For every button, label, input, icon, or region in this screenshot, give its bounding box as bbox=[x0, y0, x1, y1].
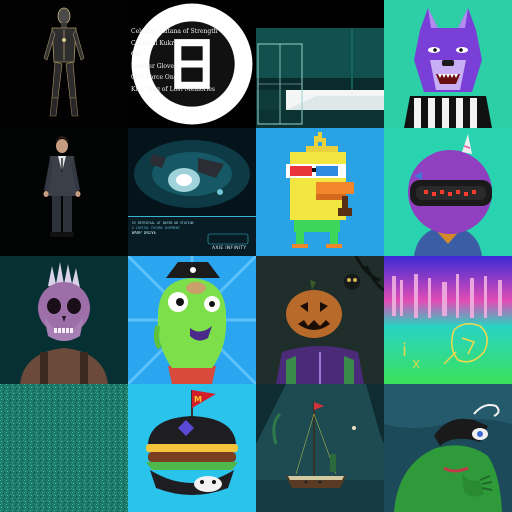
pixel-duck-image bbox=[256, 128, 384, 256]
teal-noise-image bbox=[0, 384, 128, 512]
tile-green-frog[interactable] bbox=[384, 384, 512, 512]
tile-purple-wolf-referee[interactable] bbox=[384, 0, 512, 128]
tile-pixel-duck[interactable] bbox=[256, 128, 384, 256]
loot-item: Celestial Kukri bbox=[131, 39, 177, 47]
purple-wolf-image bbox=[384, 0, 512, 128]
tile-chrome-humanoid[interactable] bbox=[0, 0, 128, 128]
card-line-2: X CAPITAL FUTURE SHIPMENT bbox=[132, 226, 180, 230]
loot-item: 0N1 Force Ones bbox=[131, 74, 181, 81]
tile-black-burger[interactable]: M bbox=[128, 384, 256, 512]
purple-unicorn-image bbox=[384, 128, 512, 256]
mohawk-skull-image bbox=[0, 256, 128, 384]
svg-text:M: M bbox=[194, 395, 202, 404]
nft-gallery-grid: Celestial Katana of Strength Celestial K… bbox=[0, 0, 512, 512]
card-brand: AXIE INFINITY bbox=[212, 246, 247, 251]
loot-item: Kiro Ring of Lost Memories bbox=[131, 85, 215, 93]
tile-suited-man[interactable] bbox=[0, 128, 128, 256]
tile-purple-unicorn-robot[interactable] bbox=[384, 128, 512, 256]
card-line-1: ES RETRIEVAL AT BAFEN OB STATION bbox=[132, 221, 194, 225]
tile-green-slime-pirate[interactable] bbox=[128, 256, 256, 384]
teal-room-image bbox=[256, 0, 384, 128]
card-line-3: WARP DRIVE bbox=[132, 231, 157, 235]
tile-neon-glitch[interactable]: i x bbox=[384, 256, 512, 384]
suited-man-image bbox=[0, 128, 128, 256]
pumpkin-head-image bbox=[256, 256, 384, 384]
tile-loot-list[interactable]: Celestial Katana of Strength Celestial K… bbox=[128, 0, 256, 128]
loot-item: Celestial Katana of Strength bbox=[131, 28, 218, 35]
svg-text:x: x bbox=[412, 356, 420, 372]
loot-item-list: Celestial Katana of Strength Celestial K… bbox=[131, 26, 217, 95]
black-burger-image: M bbox=[128, 384, 256, 512]
neon-glitch-image: i x bbox=[384, 256, 512, 384]
chrome-humanoid-image bbox=[0, 0, 128, 128]
tile-mohawk-skull[interactable] bbox=[0, 256, 128, 384]
tile-teal-room[interactable] bbox=[256, 0, 384, 128]
tile-teal-noise[interactable] bbox=[0, 384, 128, 512]
svg-text:i: i bbox=[402, 340, 407, 361]
tile-ocean-crystal-card[interactable]: ES RETRIEVAL AT BAFEN OB STATION X CAPIT… bbox=[128, 128, 256, 256]
tile-pumpkin-head[interactable] bbox=[256, 256, 384, 384]
green-slime-image bbox=[128, 256, 256, 384]
pirate-ship-image bbox=[256, 384, 384, 512]
green-frog-image bbox=[384, 384, 512, 512]
loot-item: Obi bbox=[131, 51, 142, 58]
tile-pirate-ship[interactable] bbox=[256, 384, 384, 512]
loot-item: Leather Gloves bbox=[131, 62, 178, 70]
ocean-crystal-image bbox=[128, 128, 256, 256]
